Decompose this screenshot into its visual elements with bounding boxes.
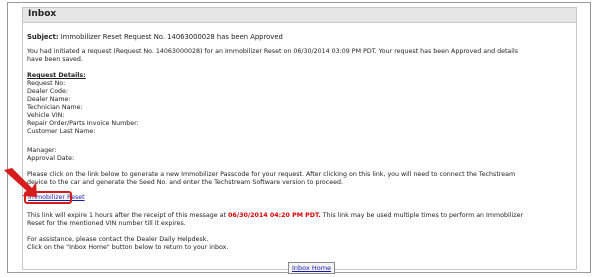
intro-line-2: have been saved.: [27, 56, 83, 63]
subject-line: Subject: Immobilizer Reset Request No. 1…: [27, 33, 283, 41]
instruction-line-1: Please click on the link below to genera…: [27, 171, 516, 178]
expire-line-1: This link will expire 1 hours after the …: [27, 212, 523, 220]
expire-date: 06/30/2014 04:20 PM PDT.: [228, 212, 321, 219]
pointer-arrow-icon: [4, 168, 37, 197]
field-manager: Manager:: [27, 147, 57, 154]
expire-text-1: This link will expire 1 hours after the …: [27, 212, 226, 219]
field-dealer-code: Dealer Code:: [27, 88, 69, 95]
subject-label: Subject:: [27, 33, 59, 41]
expire-line-2: Reset for the mentioned VIN number till …: [27, 220, 186, 227]
inbox-home-button[interactable]: Inbox Home: [288, 262, 336, 274]
assist-line-2: Click on the "Inbox Home" button below t…: [27, 244, 229, 251]
field-approval-date: Approval Date:: [27, 155, 75, 162]
field-dealer-name: Dealer Name:: [27, 96, 71, 103]
field-repair-order: Repair Order/Parts Invoice Number:: [27, 120, 139, 127]
intro-line-1: You had initiated a request (Request No.…: [27, 48, 519, 55]
inbox-title: Inbox: [28, 9, 57, 19]
field-technician-name: Technician Name:: [27, 104, 83, 111]
details-heading: Request Details:: [27, 72, 86, 79]
field-customer-last-name: Customer Last Name:: [27, 128, 96, 135]
expire-text-2: This link may be used multiple times to …: [322, 212, 524, 219]
message-body: [22, 23, 577, 270]
field-vehicle-vin: Vehicle VIN:: [27, 112, 65, 119]
assist-line-1: For assistance, please contact the Deale…: [27, 236, 209, 243]
field-request-no: Request No:: [27, 80, 66, 87]
subject-text: Immobilizer Reset Request No. 1406300002…: [60, 33, 283, 41]
inbox-header: Inbox: [22, 7, 577, 23]
instruction-line-2: device to the car and generate the Seed …: [27, 179, 343, 186]
